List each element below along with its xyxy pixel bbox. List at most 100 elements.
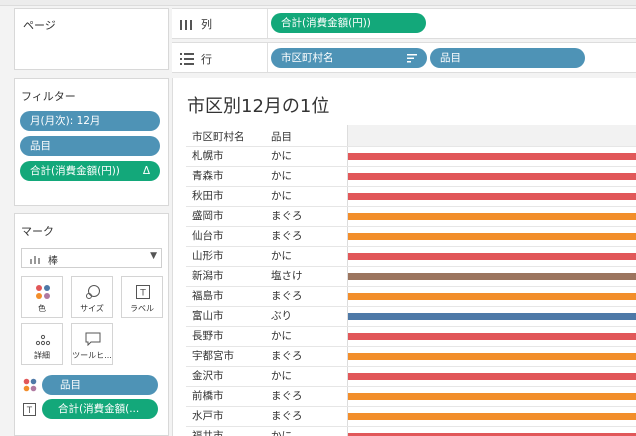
label-icon: T — [136, 285, 150, 299]
mark-label-label: ラベル — [130, 304, 154, 313]
city-cell: 青森市 — [192, 170, 224, 182]
row-divider — [186, 266, 636, 267]
shelf-divider — [267, 9, 268, 38]
bar-mark[interactable] — [348, 413, 636, 420]
city-cell: 長野市 — [192, 330, 224, 342]
filter-sum-pill[interactable]: 合計(消費金額(円)) Δ — [20, 161, 160, 181]
view-area[interactable]: 市区別12月の1位 市区町村名 品目 札幌市 かに 青森市 かに 秋田市 かに 盛岡市 まぐろ… — [172, 78, 636, 436]
mark-type-select[interactable]: 棒 ▼ — [21, 248, 162, 268]
row-divider — [186, 366, 636, 367]
color-dots-icon — [36, 285, 50, 299]
bar-mark[interactable] — [348, 313, 636, 320]
city-cell: 山形市 — [192, 250, 224, 262]
rows-label: 行 — [201, 53, 212, 66]
table-row[interactable]: 山形市 かに — [186, 246, 636, 266]
rows-item-pill[interactable]: 品目 — [430, 48, 585, 68]
item-cell: かに — [271, 250, 292, 262]
row-divider — [186, 146, 636, 147]
mark-field-item-pill[interactable]: 品目 — [42, 375, 158, 395]
filter-sum-label: 合計(消費金額(円)) — [30, 165, 120, 177]
rows-city-label: 市区町村名 — [281, 52, 334, 64]
table-row[interactable]: 長野市 かに — [186, 326, 636, 346]
mark-field-color-row[interactable]: 品目 — [21, 375, 164, 395]
item-cell: まぐろ — [271, 390, 303, 402]
view-title: 市区別12月の1位 — [187, 96, 330, 117]
bar-mark[interactable] — [348, 173, 636, 180]
bar-mark[interactable] — [348, 153, 636, 160]
table-row[interactable]: 新潟市 塩さけ — [186, 266, 636, 286]
color-dots-icon — [23, 378, 37, 392]
table-row[interactable]: 仙台市 まぐろ — [186, 226, 636, 246]
table-row[interactable]: 福井市 かに — [186, 426, 636, 436]
row-divider — [186, 426, 636, 427]
bar-mark[interactable] — [348, 393, 636, 400]
filter-item-pill[interactable]: 品目 — [20, 136, 160, 156]
svg-text:T: T — [26, 406, 33, 416]
mark-size-button[interactable]: サイズ — [71, 276, 113, 318]
bar-mark[interactable] — [348, 353, 636, 360]
columns-sum-pill[interactable]: 合計(消費金額(円)) — [271, 13, 426, 33]
marks-card[interactable]: マーク 棒 ▼ 色 サイズ T ラベル 詳細 ツールヒ... 品目 T 合計(消… — [14, 213, 169, 436]
columns-shelf[interactable]: 列 合計(消費金額(円)) — [172, 8, 636, 39]
tooltip-icon — [85, 332, 101, 346]
row-divider — [186, 226, 636, 227]
columns-icon — [180, 20, 192, 30]
detail-icon — [35, 334, 51, 346]
bar-mark[interactable] — [348, 233, 636, 240]
table-row[interactable]: 富山市 ぶり — [186, 306, 636, 326]
mark-detail-label: 詳細 — [34, 351, 50, 360]
city-cell: 福島市 — [192, 290, 224, 302]
bar-mark[interactable] — [348, 293, 636, 300]
bar-mark[interactable] — [348, 193, 636, 200]
item-cell: まぐろ — [271, 410, 303, 422]
bar-mark[interactable] — [348, 213, 636, 220]
item-cell: かに — [271, 150, 292, 162]
mark-detail-button[interactable]: 詳細 — [21, 323, 63, 365]
pages-title: ページ — [23, 19, 56, 32]
table-row[interactable]: 秋田市 かに — [186, 186, 636, 206]
row-divider — [186, 286, 636, 287]
table-row[interactable]: 青森市 かに — [186, 166, 636, 186]
item-cell: かに — [271, 190, 292, 202]
mark-field-label-row[interactable]: T 合計(消費金額(... — [21, 399, 164, 419]
mark-field-sum-label: 合計(消費金額(... — [58, 403, 140, 415]
label-icon: T — [23, 403, 36, 416]
mark-label-button[interactable]: T ラベル — [121, 276, 163, 318]
item-cell: かに — [271, 430, 292, 436]
sort-descending-icon — [407, 54, 417, 63]
table-row[interactable]: 金沢市 かに — [186, 366, 636, 386]
rows-shelf[interactable]: 行 市区町村名 品目 — [172, 42, 636, 73]
columns-sum-label: 合計(消費金額(円)) — [281, 17, 371, 29]
filter-month-pill[interactable]: 月(月次): 12月 — [20, 111, 160, 131]
city-cell: 仙台市 — [192, 230, 224, 242]
bar-mark[interactable] — [348, 253, 636, 260]
mark-tooltip-button[interactable]: ツールヒ... — [71, 323, 113, 365]
city-cell: 富山市 — [192, 310, 224, 322]
mark-color-button[interactable]: 色 — [21, 276, 63, 318]
table-row[interactable]: 盛岡市 まぐろ — [186, 206, 636, 226]
table-row[interactable]: 水戸市 まぐろ — [186, 406, 636, 426]
filter-item-label: 品目 — [30, 140, 51, 152]
table-row[interactable]: 前橋市 まぐろ — [186, 386, 636, 406]
filter-month-label: 月(月次): 12月 — [30, 115, 101, 127]
item-cell: まぐろ — [271, 210, 303, 222]
rows-city-pill[interactable]: 市区町村名 — [271, 48, 427, 68]
mark-field-sum-pill[interactable]: 合計(消費金額(... — [42, 399, 158, 419]
bar-mark[interactable] — [348, 373, 636, 380]
item-cell: 塩さけ — [271, 270, 303, 282]
bar-mark[interactable] — [348, 333, 636, 340]
item-cell: かに — [271, 170, 292, 182]
filters-card[interactable]: フィルター 月(月次): 12月 品目 合計(消費金額(円)) Δ — [14, 78, 169, 206]
city-cell: 金沢市 — [192, 370, 224, 382]
bar-mark[interactable] — [348, 273, 636, 280]
table-row[interactable]: 宇都宮市 まぐろ — [186, 346, 636, 366]
city-cell: 水戸市 — [192, 410, 224, 422]
mark-tooltip-label: ツールヒ... — [72, 351, 112, 360]
columns-label: 列 — [201, 18, 212, 31]
table-row[interactable]: 札幌市 かに — [186, 146, 636, 166]
row-divider — [186, 306, 636, 307]
marks-title: マーク — [21, 225, 54, 238]
table-row[interactable]: 福島市 まぐろ — [186, 286, 636, 306]
city-cell: 盛岡市 — [192, 210, 224, 222]
pages-card[interactable]: ページ — [14, 8, 169, 70]
